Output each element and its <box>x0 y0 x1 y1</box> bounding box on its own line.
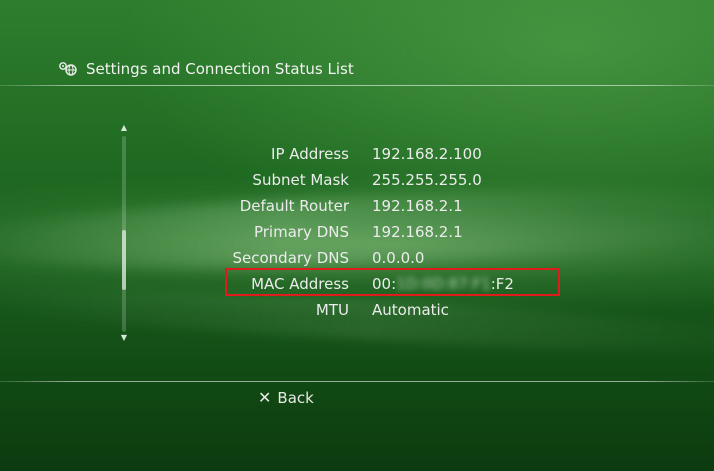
status-row-mtu: MTU Automatic <box>0 298 714 324</box>
row-value: 192.168.2.1 <box>372 223 463 241</box>
page-title: Settings and Connection Status List <box>58 58 354 80</box>
back-label: Back <box>277 388 314 407</box>
cross-button-icon: ✕ <box>258 388 272 407</box>
status-row-ip-address: IP Address 192.168.2.100 <box>0 142 714 168</box>
row-label: Secondary DNS <box>232 249 350 267</box>
status-row-subnet-mask: Subnet Mask 255.255.255.0 <box>0 168 714 194</box>
scroll-down-icon[interactable]: ▼ <box>119 334 129 342</box>
row-value: 192.168.2.100 <box>372 145 482 163</box>
row-label: Subnet Mask <box>252 171 349 189</box>
row-label: Primary DNS <box>253 223 349 241</box>
status-row-default-router: Default Router 192.168.2.1 <box>0 194 714 220</box>
page-title-text: Settings and Connection Status List <box>86 60 354 78</box>
row-value: 0.0.0.0 <box>372 249 425 267</box>
mac-address-highlight-box <box>225 268 560 296</box>
status-row-primary-dns: Primary DNS 192.168.2.1 <box>0 220 714 246</box>
footer-divider <box>0 381 714 382</box>
scroll-up-icon[interactable]: ▲ <box>119 124 129 132</box>
row-value: 255.255.255.0 <box>372 171 482 189</box>
settings-network-icon <box>58 61 78 77</box>
row-label: MTU <box>315 301 349 319</box>
row-value: 192.168.2.1 <box>372 197 463 215</box>
row-label: Default Router <box>239 197 349 215</box>
row-label: IP Address <box>271 145 349 163</box>
header-divider <box>0 85 714 86</box>
back-button[interactable]: ✕ Back <box>258 388 314 407</box>
row-value: Automatic <box>372 301 449 319</box>
